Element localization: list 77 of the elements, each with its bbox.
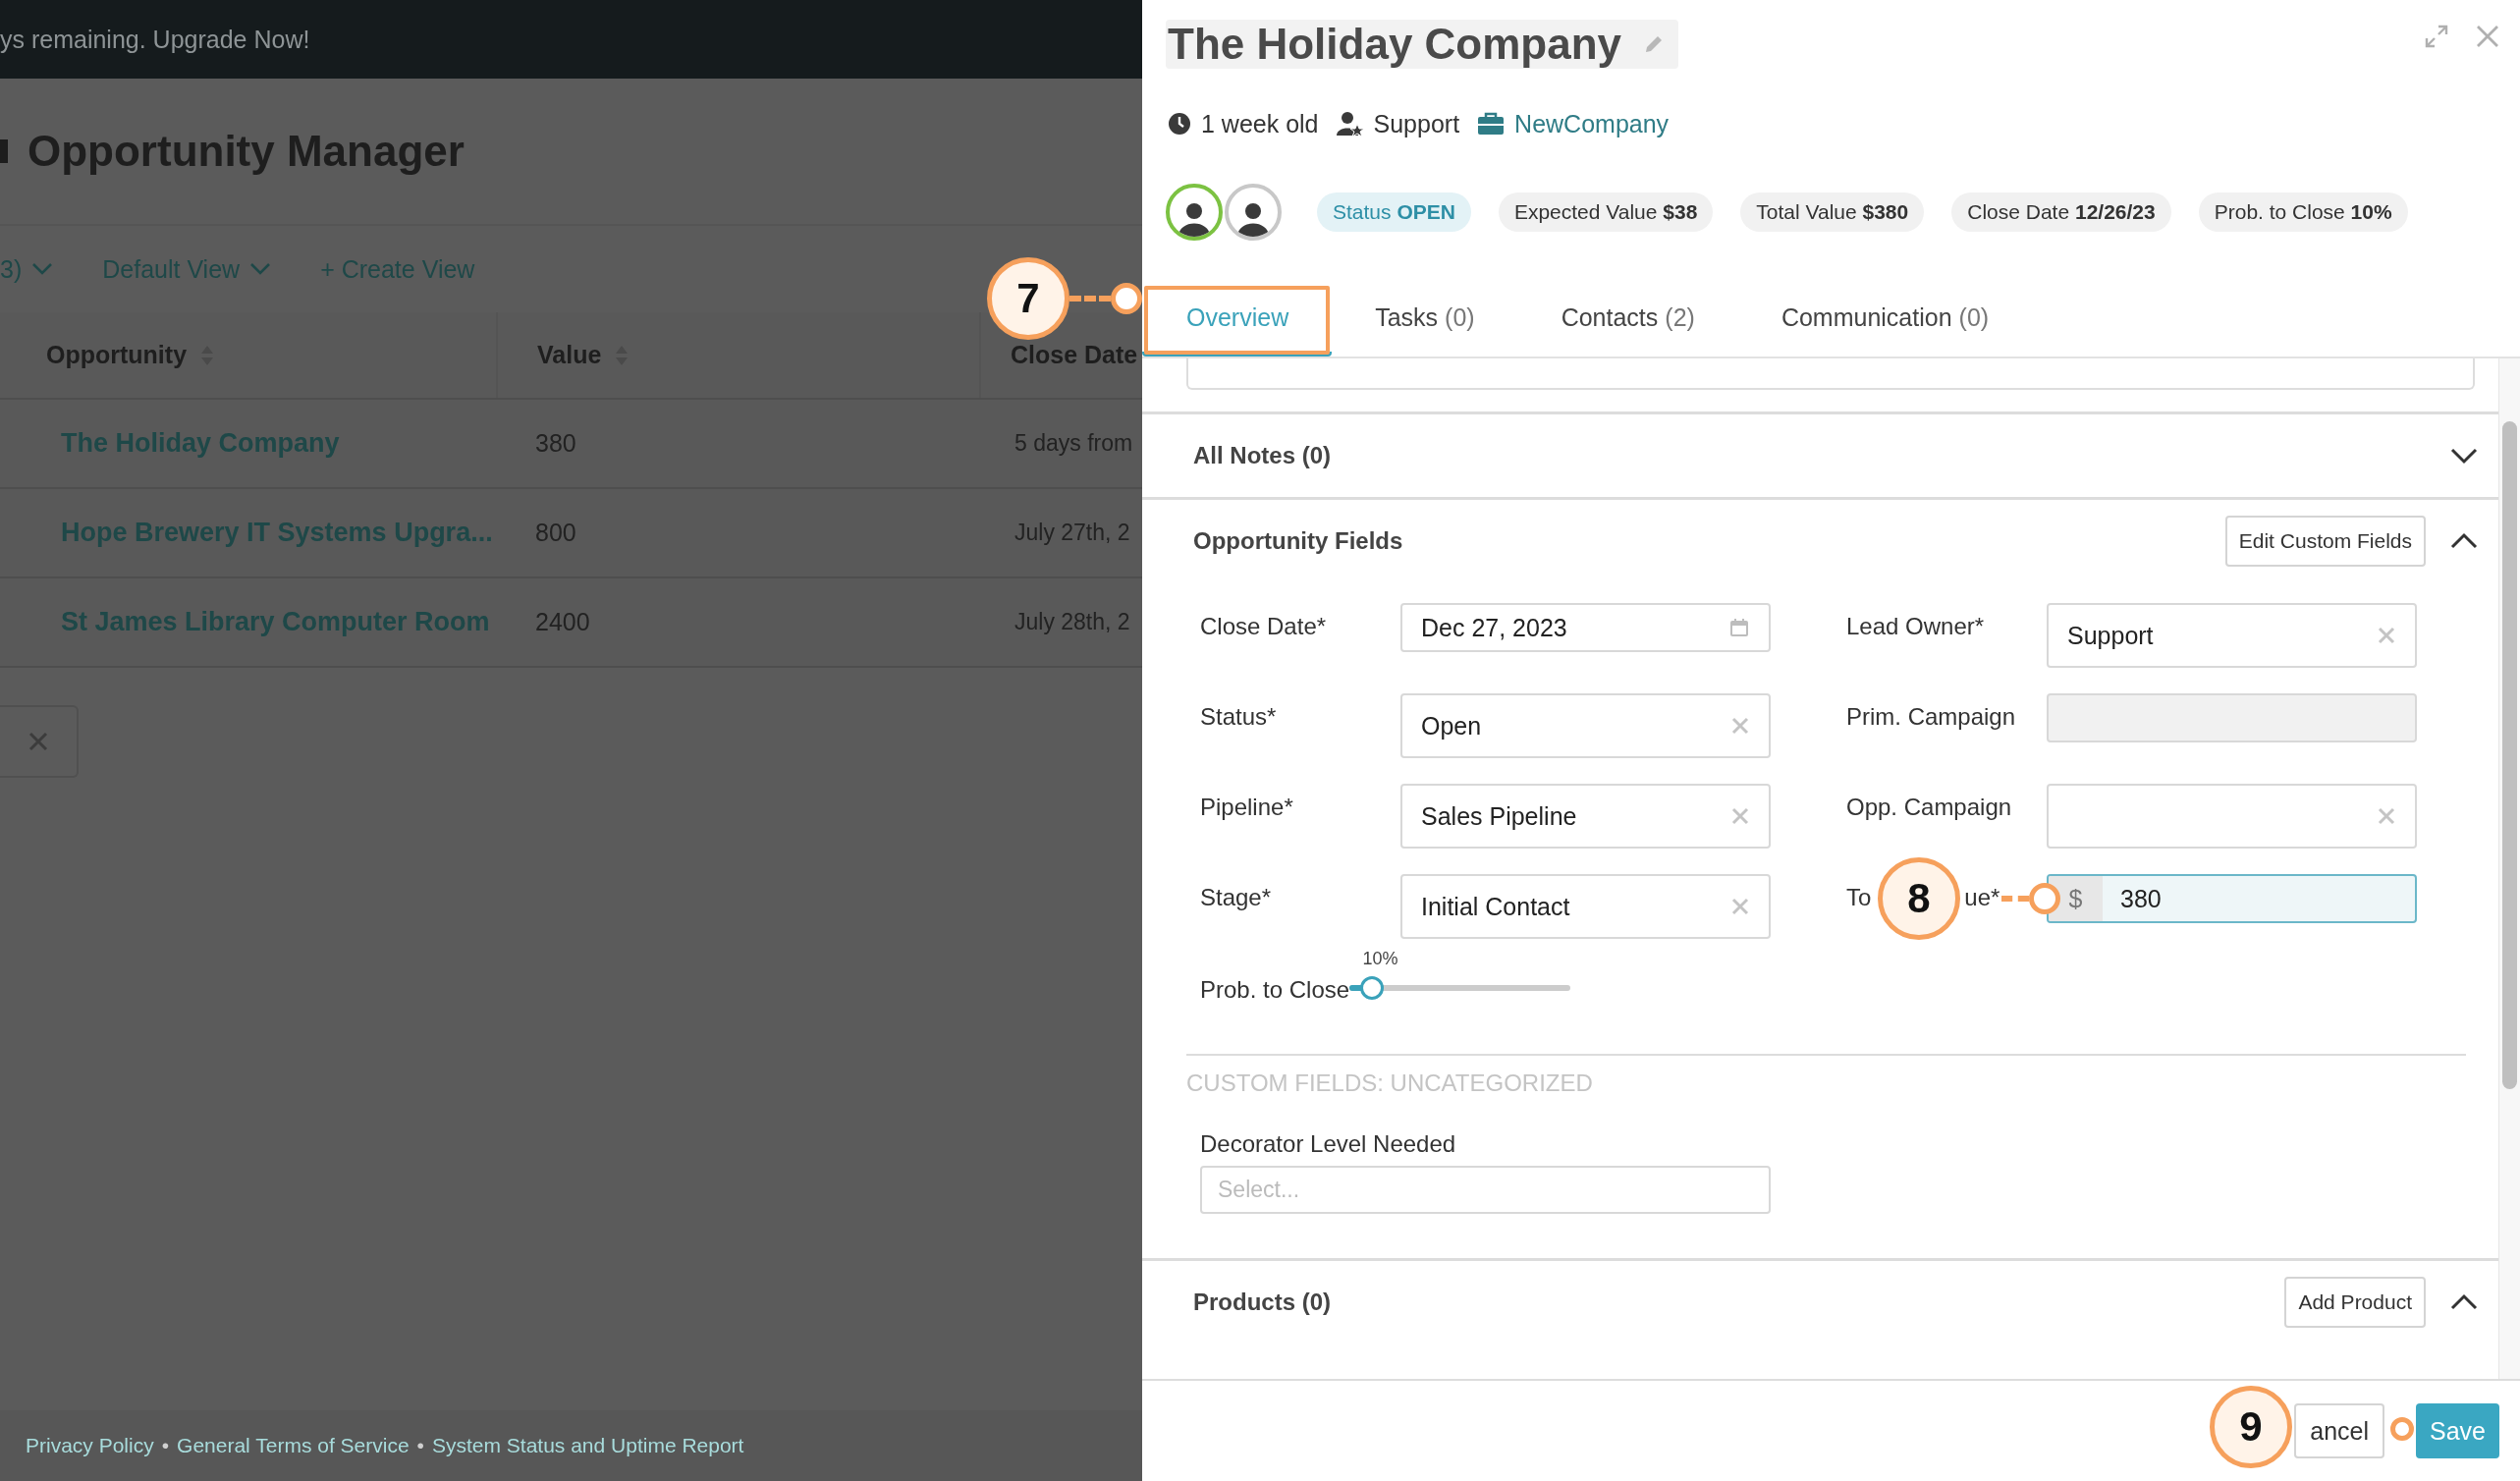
- briefcase-icon: [1477, 112, 1506, 136]
- tab[interactable]: Contacts (2): [1517, 284, 1738, 357]
- field-label: Close Date*: [1200, 613, 1327, 640]
- separator-dot: •: [161, 1434, 170, 1457]
- footer-link[interactable]: General Terms of Service: [177, 1434, 410, 1457]
- info-pill: Total Value $380: [1740, 192, 1925, 232]
- separator-dot: •: [416, 1434, 424, 1457]
- table-cell: July 28th, 2: [1014, 609, 1130, 635]
- calendar-icon[interactable]: [1729, 618, 1749, 637]
- section-title: Opportunity Fields: [1193, 527, 1403, 555]
- clock-icon: [1168, 112, 1191, 136]
- avatar[interactable]: [1225, 184, 1282, 241]
- select-field[interactable]: Initial Contact: [1400, 874, 1771, 939]
- table-cell: 380: [535, 429, 576, 458]
- date-field[interactable]: Dec 27, 2023: [1400, 603, 1771, 652]
- title-field[interactable]: The Holiday Company: [1166, 20, 1679, 69]
- close-icon[interactable]: [2475, 24, 2500, 49]
- field-label: Prob. to Close: [1200, 976, 1350, 1004]
- meta-text: 1 week old: [1201, 109, 1319, 138]
- footer-link[interactable]: System Status and Uptime Report: [431, 1434, 744, 1457]
- table-cell: 800: [535, 519, 576, 547]
- info-pill: Status OPEN: [1317, 192, 1471, 232]
- field-label: Pipeline*: [1200, 794, 1293, 821]
- field-label: To: [1846, 884, 1872, 911]
- table-cell: July 27th, 2: [1014, 520, 1130, 546]
- add-product-button[interactable]: Add Product: [2284, 1277, 2426, 1328]
- scrollbar[interactable]: [2498, 358, 2520, 1379]
- slider-reading: 10%: [1362, 949, 1398, 969]
- section-title: All Notes (0): [1193, 442, 1331, 469]
- field-label: Prim. Campaign: [1846, 703, 2016, 731]
- dismiss-button[interactable]: [0, 705, 79, 778]
- select-field[interactable]: Sales Pipeline: [1400, 784, 1771, 849]
- info-pill: Prob. to Close 10%: [2198, 192, 2408, 232]
- table-cell: 2400: [535, 608, 590, 636]
- select-field[interactable]: [2047, 784, 2417, 849]
- tab[interactable]: Overview: [1142, 284, 1333, 357]
- chevron-icon[interactable]: [2449, 531, 2479, 551]
- chevron-icon[interactable]: [2449, 1292, 2479, 1312]
- chevron-icon[interactable]: [2449, 446, 2479, 466]
- footer-link[interactable]: Privacy Policy: [26, 1434, 154, 1457]
- edit-custom-fields-button[interactable]: Edit Custom Fields: [2224, 516, 2426, 567]
- chevron-icon: [31, 262, 54, 276]
- clear-icon[interactable]: [1731, 717, 1749, 735]
- select-field[interactable]: Open: [1400, 693, 1771, 758]
- title-icon: [0, 139, 8, 163]
- cancel-button[interactable]: ancel: [2294, 1403, 2384, 1458]
- avatar[interactable]: [1166, 184, 1223, 241]
- notes-field[interactable]: [1186, 358, 2475, 390]
- field-label: ue*: [1964, 884, 2000, 911]
- company-link[interactable]: NewCompany: [1514, 109, 1670, 138]
- field-label: Opp. Campaign: [1846, 794, 2012, 821]
- field-label: Lead Owner*: [1846, 613, 1985, 640]
- clear-icon[interactable]: [1731, 898, 1749, 915]
- meta-text: Support: [1373, 109, 1460, 138]
- section-title: Products (0): [1193, 1289, 1331, 1316]
- banner-text[interactable]: ys remaining. Upgrade Now!: [0, 25, 310, 54]
- clear-icon[interactable]: [2378, 627, 2395, 644]
- clear-icon[interactable]: [1731, 807, 1749, 825]
- save-button[interactable]: Save: [2416, 1403, 2499, 1458]
- expand-icon[interactable]: [2424, 24, 2449, 49]
- info-pill: Close Date 12/26/23: [1951, 192, 2171, 232]
- field-label: Decorator Level Needed: [1200, 1130, 1457, 1158]
- clear-icon[interactable]: [2378, 807, 2395, 825]
- custom-fields-heading: CUSTOM FIELDS: UNCATEGORIZED: [1186, 1070, 1594, 1097]
- tab[interactable]: Communication (0): [1737, 284, 2033, 357]
- select-field[interactable]: Support: [2047, 603, 2417, 668]
- probability-slider[interactable]: [1349, 976, 1570, 1000]
- user-star-icon: [1336, 111, 1364, 137]
- page-title: Opportunity Manager: [27, 127, 465, 176]
- info-pill: Expected Value $38: [1498, 192, 1714, 232]
- field-label: Status*: [1200, 703, 1277, 731]
- chevron-icon: [249, 262, 272, 276]
- select-field[interactable]: Select...: [1200, 1166, 1771, 1214]
- tab[interactable]: Tasks (0): [1332, 284, 1518, 357]
- close-icon: [27, 731, 49, 752]
- field-label: Stage*: [1200, 884, 1272, 911]
- total-value-field[interactable]: $ 380: [2047, 874, 2417, 923]
